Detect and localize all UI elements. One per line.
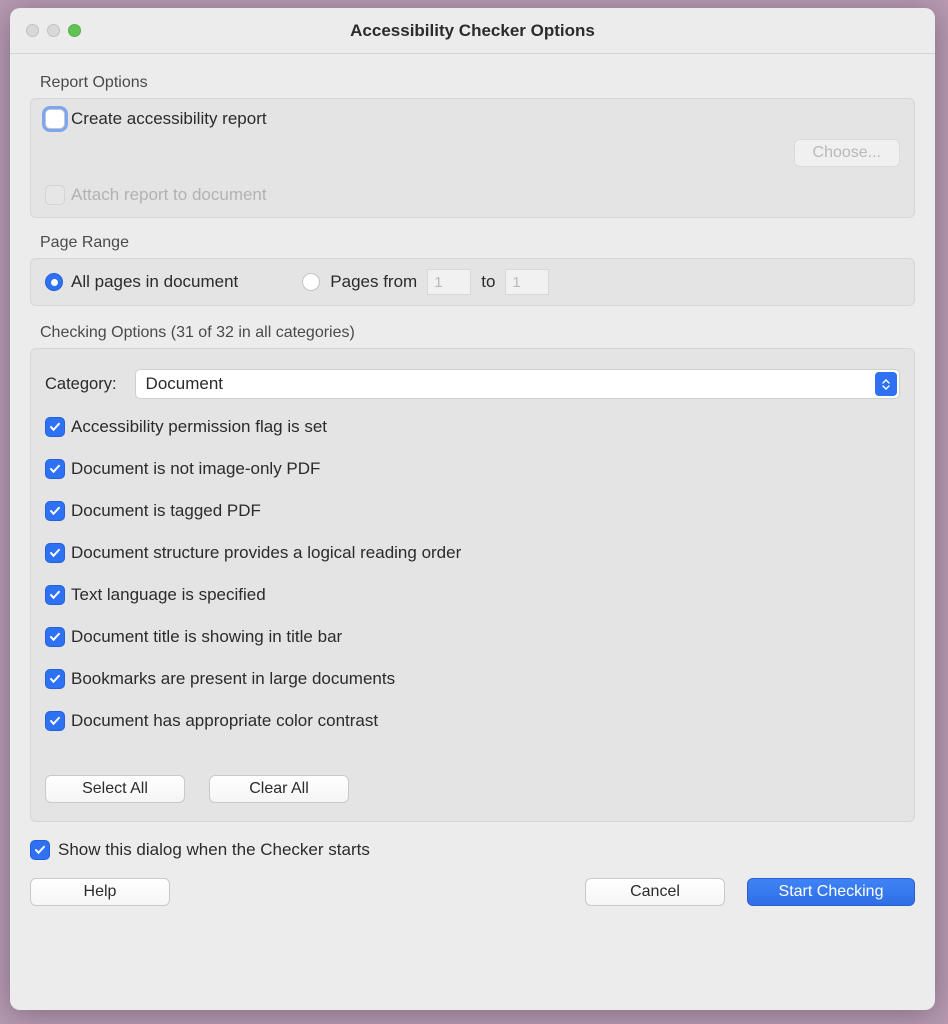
create-report-label: Create accessibility report — [71, 109, 267, 129]
item-label: Accessibility permission flag is set — [71, 417, 327, 437]
titlebar: Accessibility Checker Options — [10, 8, 935, 54]
item-checkbox[interactable] — [45, 459, 65, 479]
choose-button: Choose... — [794, 139, 900, 167]
category-value: Document — [146, 374, 223, 394]
category-select[interactable]: Document — [135, 369, 900, 399]
all-pages-radio[interactable] — [45, 273, 63, 291]
page-range-section-label: Page Range — [40, 234, 915, 252]
pages-from-radio[interactable] — [302, 273, 320, 291]
dialog-title: Accessibility Checker Options — [10, 21, 935, 41]
page-from-input[interactable] — [427, 269, 471, 295]
item-label: Document is tagged PDF — [71, 501, 261, 521]
pages-to-label: to — [481, 272, 495, 292]
item-label: Text language is specified — [71, 585, 266, 605]
page-to-input[interactable] — [505, 269, 549, 295]
item-checkbox[interactable] — [45, 543, 65, 563]
create-report-row: Create accessibility report — [45, 109, 900, 129]
dialog-content: Report Options Create accessibility repo… — [10, 54, 935, 1010]
checking-list: Accessibility permission flag is set Doc… — [45, 417, 900, 731]
item-checkbox[interactable] — [45, 669, 65, 689]
list-item: Bookmarks are present in large documents — [45, 669, 900, 689]
attach-report-checkbox — [45, 185, 65, 205]
dialog-window: Accessibility Checker Options Report Opt… — [10, 8, 935, 1010]
list-item: Text language is specified — [45, 585, 900, 605]
page-range-group: All pages in document Pages from to — [30, 258, 915, 306]
item-label: Document has appropriate color contrast — [71, 711, 378, 731]
item-label: Document is not image-only PDF — [71, 459, 320, 479]
item-checkbox[interactable] — [45, 627, 65, 647]
item-label: Document structure provides a logical re… — [71, 543, 461, 563]
list-item: Document title is showing in title bar — [45, 627, 900, 647]
list-item: Accessibility permission flag is set — [45, 417, 900, 437]
chevron-up-down-icon — [875, 372, 897, 396]
item-checkbox[interactable] — [45, 711, 65, 731]
checking-group: Category: Document Accessibility permiss… — [30, 348, 915, 822]
attach-report-row: Attach report to document — [45, 185, 900, 205]
item-label: Document title is showing in title bar — [71, 627, 342, 647]
clear-all-button[interactable]: Clear All — [209, 775, 349, 803]
all-pages-label: All pages in document — [71, 272, 238, 292]
show-dialog-label: Show this dialog when the Checker starts — [58, 840, 370, 860]
list-item: Document is tagged PDF — [45, 501, 900, 521]
select-all-button[interactable]: Select All — [45, 775, 185, 803]
attach-report-label: Attach report to document — [71, 185, 267, 205]
create-report-checkbox[interactable] — [45, 109, 65, 129]
category-label: Category: — [45, 375, 117, 394]
report-group: Create accessibility report Choose... At… — [30, 98, 915, 218]
list-item: Document has appropriate color contrast — [45, 711, 900, 731]
report-section-label: Report Options — [40, 74, 915, 92]
item-checkbox[interactable] — [45, 585, 65, 605]
item-label: Bookmarks are present in large documents — [71, 669, 395, 689]
list-item: Document structure provides a logical re… — [45, 543, 900, 563]
pages-from-label: Pages from — [330, 272, 417, 292]
show-dialog-checkbox[interactable] — [30, 840, 50, 860]
help-button[interactable]: Help — [30, 878, 170, 906]
checking-section-label: Checking Options (31 of 32 in all catego… — [40, 324, 915, 342]
item-checkbox[interactable] — [45, 501, 65, 521]
item-checkbox[interactable] — [45, 417, 65, 437]
start-checking-button[interactable]: Start Checking — [747, 878, 915, 906]
list-item: Document is not image-only PDF — [45, 459, 900, 479]
cancel-button[interactable]: Cancel — [585, 878, 725, 906]
